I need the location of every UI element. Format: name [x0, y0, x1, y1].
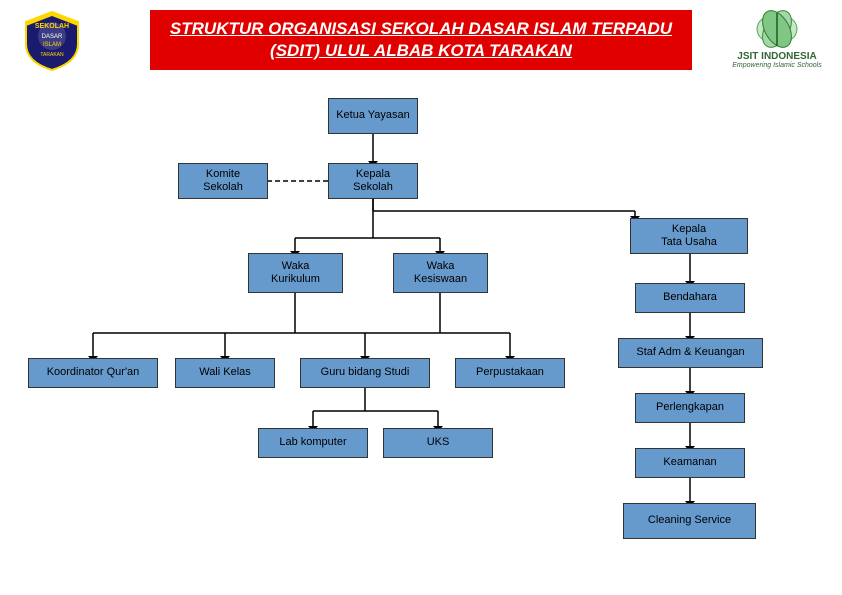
- logo-right: JSIT INDONESIA Empowering Islamic School…: [732, 8, 822, 73]
- node-komite-sekolah: KomiteSekolah: [178, 163, 268, 199]
- title-block: STRUKTUR ORGANISASI SEKOLAH DASAR ISLAM …: [150, 10, 692, 70]
- node-kepala-sekolah: KepalaSekolah: [328, 163, 418, 199]
- node-perpustakaan: Perpustakaan: [455, 358, 565, 388]
- title-line1: STRUKTUR ORGANISASI SEKOLAH DASAR ISLAM …: [170, 18, 672, 40]
- node-perlengkapan: Perlengkapan: [635, 393, 745, 423]
- node-waka-kurikulum: WakaKurikulum: [248, 253, 343, 293]
- svg-text:TARAKAN: TARAKAN: [40, 52, 64, 58]
- node-keamanan: Keamanan: [635, 448, 745, 478]
- node-lab-komputer: Lab komputer: [258, 428, 368, 458]
- node-wali-kelas: Wali Kelas: [175, 358, 275, 388]
- svg-text:SEKOLAH: SEKOLAH: [35, 23, 69, 30]
- jsit-name: JSIT INDONESIA: [737, 51, 816, 62]
- node-bendahara: Bendahara: [635, 283, 745, 313]
- title-line2: (SDIT) ULUL ALBAB KOTA TARAKAN: [170, 40, 672, 62]
- node-ketua-yayasan: Ketua Yayasan: [328, 98, 418, 134]
- node-kepala-tata-usaha: KepalaTata Usaha: [630, 218, 748, 254]
- node-uks: UKS: [383, 428, 493, 458]
- svg-text:DASAR: DASAR: [42, 34, 63, 40]
- node-waka-kesiswaan: WakaKesiswaan: [393, 253, 488, 293]
- header: SEKOLAH DASAR ISLAM TARAKAN STRUKTUR ORG…: [0, 0, 842, 75]
- node-staf-adm: Staf Adm & Keuangan: [618, 338, 763, 368]
- chart-area: Ketua Yayasan KomiteSekolah KepalaSekola…: [0, 88, 842, 595]
- svg-text:ISLAM: ISLAM: [43, 42, 61, 48]
- jsit-tagline: Empowering Islamic Schools: [732, 62, 821, 69]
- node-guru-bidang-studi: Guru bidang Studi: [300, 358, 430, 388]
- node-koordinator-quran: Koordinator Qur'an: [28, 358, 158, 388]
- page: SEKOLAH DASAR ISLAM TARAKAN STRUKTUR ORG…: [0, 0, 842, 595]
- logo-left: SEKOLAH DASAR ISLAM TARAKAN: [20, 8, 90, 78]
- node-cleaning-service: Cleaning Service: [623, 503, 756, 539]
